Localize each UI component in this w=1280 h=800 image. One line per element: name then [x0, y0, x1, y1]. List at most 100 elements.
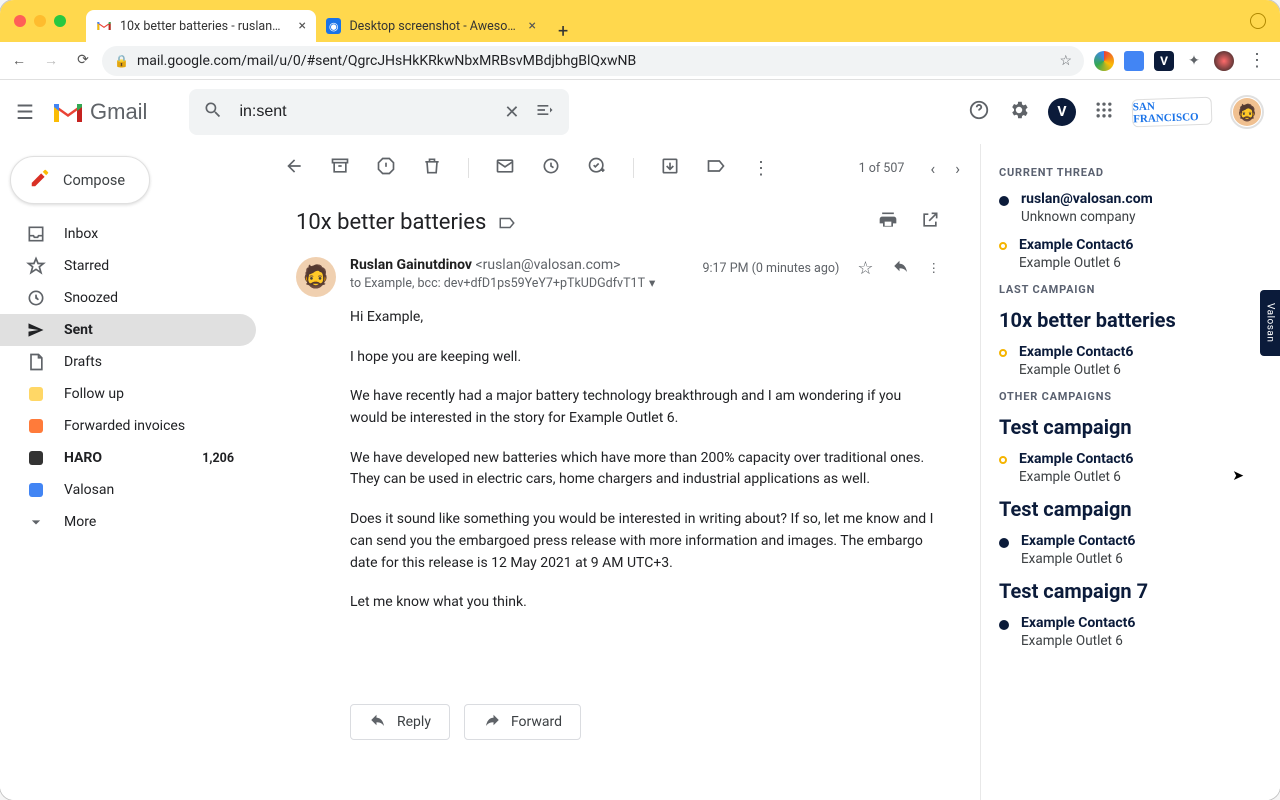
open-in-new-icon[interactable]: [920, 210, 940, 235]
clear-search-icon[interactable]: ✕: [504, 102, 519, 123]
tab-title: Desktop screenshot - Awesom…: [349, 19, 520, 34]
sidebar-item-forwarded[interactable]: Forwarded invoices: [0, 410, 256, 442]
sidebar-item-starred[interactable]: Starred: [0, 250, 256, 282]
valosan-side-tab[interactable]: Valosan: [1260, 290, 1280, 356]
close-tab-icon[interactable]: ×: [299, 18, 306, 34]
contact-row[interactable]: Example Contact6 Example Outlet 6: [999, 451, 1262, 485]
sidebar-item-drafts[interactable]: Drafts: [0, 346, 256, 378]
snooze-icon[interactable]: [541, 156, 561, 181]
reply-icon[interactable]: [892, 257, 910, 279]
star-message-icon[interactable]: ☆: [857, 258, 873, 279]
reload-icon[interactable]: ⟳: [74, 52, 92, 69]
contact-name: Example Contact6: [1019, 451, 1133, 467]
browser-tab-gmail[interactable]: 10x better batteries - ruslan@… ×: [86, 10, 316, 42]
search-input[interactable]: [239, 103, 488, 121]
contact-name: Example Contact6: [1021, 615, 1135, 631]
sidebar-item-more[interactable]: More: [0, 506, 256, 538]
close-window-icon[interactable]: [14, 15, 26, 27]
sidebar: Compose Inbox Starred Snoozed Sent: [0, 80, 256, 800]
close-tab-icon[interactable]: ×: [529, 18, 536, 34]
forward-arrow-icon: [483, 711, 501, 733]
valosan-extension-icon[interactable]: V: [1154, 51, 1174, 71]
sidebar-item-label: Forwarded invoices: [64, 418, 185, 434]
campaign-title[interactable]: Test campaign 7: [999, 579, 1262, 603]
show-details-icon[interactable]: ▾: [649, 275, 655, 291]
back-icon[interactable]: ←: [10, 52, 28, 69]
settings-icon[interactable]: [1008, 99, 1030, 126]
support-icon[interactable]: [968, 99, 990, 126]
campaign-title[interactable]: Test campaign: [999, 497, 1262, 521]
campaign-title[interactable]: 10x better batteries: [999, 308, 1262, 332]
sidebar-item-followup[interactable]: Follow up: [0, 378, 256, 410]
gmail-favicon-icon: [96, 18, 112, 34]
spam-icon[interactable]: [376, 156, 396, 181]
search-bar[interactable]: ✕: [189, 89, 569, 135]
valosan-tab-label: Valosan: [1265, 303, 1276, 342]
gmail-header: ☰ Gmail ✕ V: [0, 80, 1280, 144]
next-message-icon[interactable]: ›: [955, 159, 960, 178]
sidebar-item-label: Follow up: [64, 386, 124, 402]
sidebar-item-valosan[interactable]: Valosan: [0, 474, 256, 506]
mark-unread-icon[interactable]: [495, 156, 515, 181]
search-icon[interactable]: [203, 100, 223, 125]
label-chip-icon[interactable]: [498, 214, 516, 232]
main-menu-icon[interactable]: ☰: [16, 100, 40, 124]
contact-row[interactable]: ruslan@valosan.com Unknown company: [999, 191, 1262, 225]
contact-row[interactable]: Example Contact6 Example Outlet 6: [999, 533, 1262, 567]
add-task-icon[interactable]: [587, 156, 607, 181]
contact-sub: Example Outlet 6: [1019, 469, 1133, 485]
maximize-window-icon[interactable]: [54, 15, 66, 27]
contact-row[interactable]: Example Contact6 Example Outlet 6: [999, 615, 1262, 649]
star-icon[interactable]: ☆: [1059, 53, 1072, 69]
back-to-list-icon[interactable]: [284, 156, 304, 181]
valosan-badge-icon[interactable]: V: [1048, 98, 1076, 126]
compose-pen-icon: [29, 167, 51, 194]
browser-toolbar: ← → ⟳ 🔒 mail.google.com/mail/u/0/#sent/Q…: [0, 42, 1280, 80]
sidebar-item-snoozed[interactable]: Snoozed: [0, 282, 256, 314]
search-options-icon[interactable]: [535, 100, 555, 125]
workspace-badge[interactable]: SAN FRANCISCO: [1132, 97, 1213, 128]
sidebar-item-haro[interactable]: HARO 1,206: [0, 442, 256, 474]
status-dot-icon: [999, 456, 1007, 464]
archive-icon[interactable]: [330, 156, 350, 181]
reply-button[interactable]: Reply: [350, 704, 450, 740]
delete-icon[interactable]: [422, 156, 442, 181]
message-subject: 10x better batteries: [296, 210, 486, 235]
address-bar[interactable]: 🔒 mail.google.com/mail/u/0/#sent/QgrcJHs…: [102, 46, 1084, 76]
label-icon: [26, 416, 46, 436]
prev-message-icon[interactable]: ‹: [930, 159, 935, 178]
contact-row[interactable]: Example Contact6 Example Outlet 6: [999, 344, 1262, 378]
label-icon: [26, 384, 46, 404]
sent-icon: [26, 320, 46, 340]
apps-grid-icon[interactable]: [1094, 100, 1114, 125]
sender-avatar-icon[interactable]: 🧔: [296, 257, 336, 297]
extension-icon[interactable]: [1094, 51, 1114, 71]
body-paragraph: Does it sound like something you would b…: [350, 509, 940, 574]
gmail-logo[interactable]: Gmail: [52, 99, 147, 125]
browser-tab-other[interactable]: ◉ Desktop screenshot - Awesom… ×: [316, 10, 546, 42]
new-tab-button[interactable]: +: [552, 21, 574, 42]
extensions-menu-icon[interactable]: ✦: [1184, 51, 1204, 71]
sidebar-item-inbox[interactable]: Inbox: [0, 218, 256, 250]
more-actions-icon[interactable]: ⋮: [752, 158, 770, 179]
reply-label: Reply: [397, 714, 431, 730]
minimize-window-icon[interactable]: [34, 15, 46, 27]
extension-icon[interactable]: [1124, 51, 1144, 71]
forward-icon[interactable]: →: [42, 52, 60, 69]
star-icon: [26, 256, 46, 276]
print-icon[interactable]: [878, 210, 898, 235]
chrome-menu-icon[interactable]: ⋮: [1244, 50, 1270, 71]
sidebar-item-sent[interactable]: Sent: [0, 314, 256, 346]
more-icon[interactable]: ⋮: [928, 260, 941, 276]
forward-button[interactable]: Forward: [464, 704, 581, 740]
url-text: mail.google.com/mail/u/0/#sent/QgrcJHsHk…: [137, 53, 1051, 69]
compose-button[interactable]: Compose: [10, 156, 150, 204]
move-to-icon[interactable]: [660, 156, 680, 181]
campaign-title[interactable]: Test campaign: [999, 415, 1262, 439]
labels-icon[interactable]: [706, 156, 726, 181]
account-avatar[interactable]: 🧔: [1230, 95, 1264, 129]
profile-indicator-icon[interactable]: [1250, 13, 1266, 29]
contact-row[interactable]: Example Contact6 Example Outlet 6: [999, 237, 1262, 271]
extension-icon[interactable]: [1214, 51, 1234, 71]
sidebar-item-label: Sent: [64, 322, 93, 338]
